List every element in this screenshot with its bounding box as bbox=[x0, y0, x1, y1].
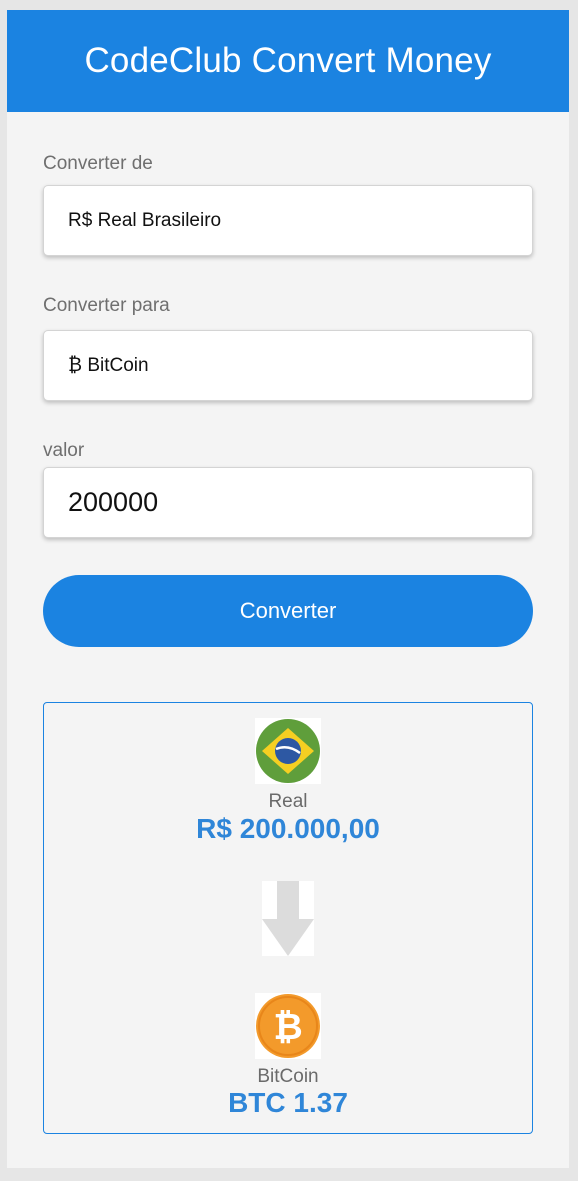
to-label: Converter para bbox=[43, 295, 170, 316]
brazil-flag-icon bbox=[255, 718, 321, 784]
arrow-down-icon bbox=[262, 881, 314, 956]
from-currency-name: Real bbox=[268, 791, 308, 812]
from-currency-value: R$ Real Brasileiro bbox=[68, 209, 222, 231]
bitcoin-icon: ₿ bbox=[255, 993, 321, 1059]
amount-label: valor bbox=[43, 440, 85, 461]
converter-app: CodeClub Convert Money Converter de R$ R… bbox=[7, 10, 569, 1168]
from-currency-select[interactable]: R$ Real Brasileiro bbox=[43, 185, 533, 256]
converter-form: Converter de R$ Real Brasileiro Converte… bbox=[7, 152, 569, 1134]
from-label: Converter de bbox=[43, 153, 153, 174]
app-title: CodeClub Convert Money bbox=[84, 41, 492, 80]
to-currency-select[interactable]: ₿ BitCoin bbox=[43, 330, 533, 401]
app-header: CodeClub Convert Money bbox=[7, 10, 569, 112]
amount-input[interactable] bbox=[43, 467, 533, 538]
to-currency-name: BitCoin bbox=[257, 1066, 319, 1087]
from-currency-amount: R$ 200.000,00 bbox=[196, 813, 380, 844]
to-currency-amount: BTC 1.37 bbox=[228, 1087, 348, 1118]
conversion-result-panel: Real R$ 200.000,00 ₿ BitCoin BTC 1.37 bbox=[43, 702, 533, 1134]
svg-text:₿: ₿ bbox=[273, 1007, 302, 1048]
convert-button[interactable]: Converter bbox=[43, 575, 533, 647]
to-currency-value: ₿ BitCoin bbox=[68, 354, 149, 376]
